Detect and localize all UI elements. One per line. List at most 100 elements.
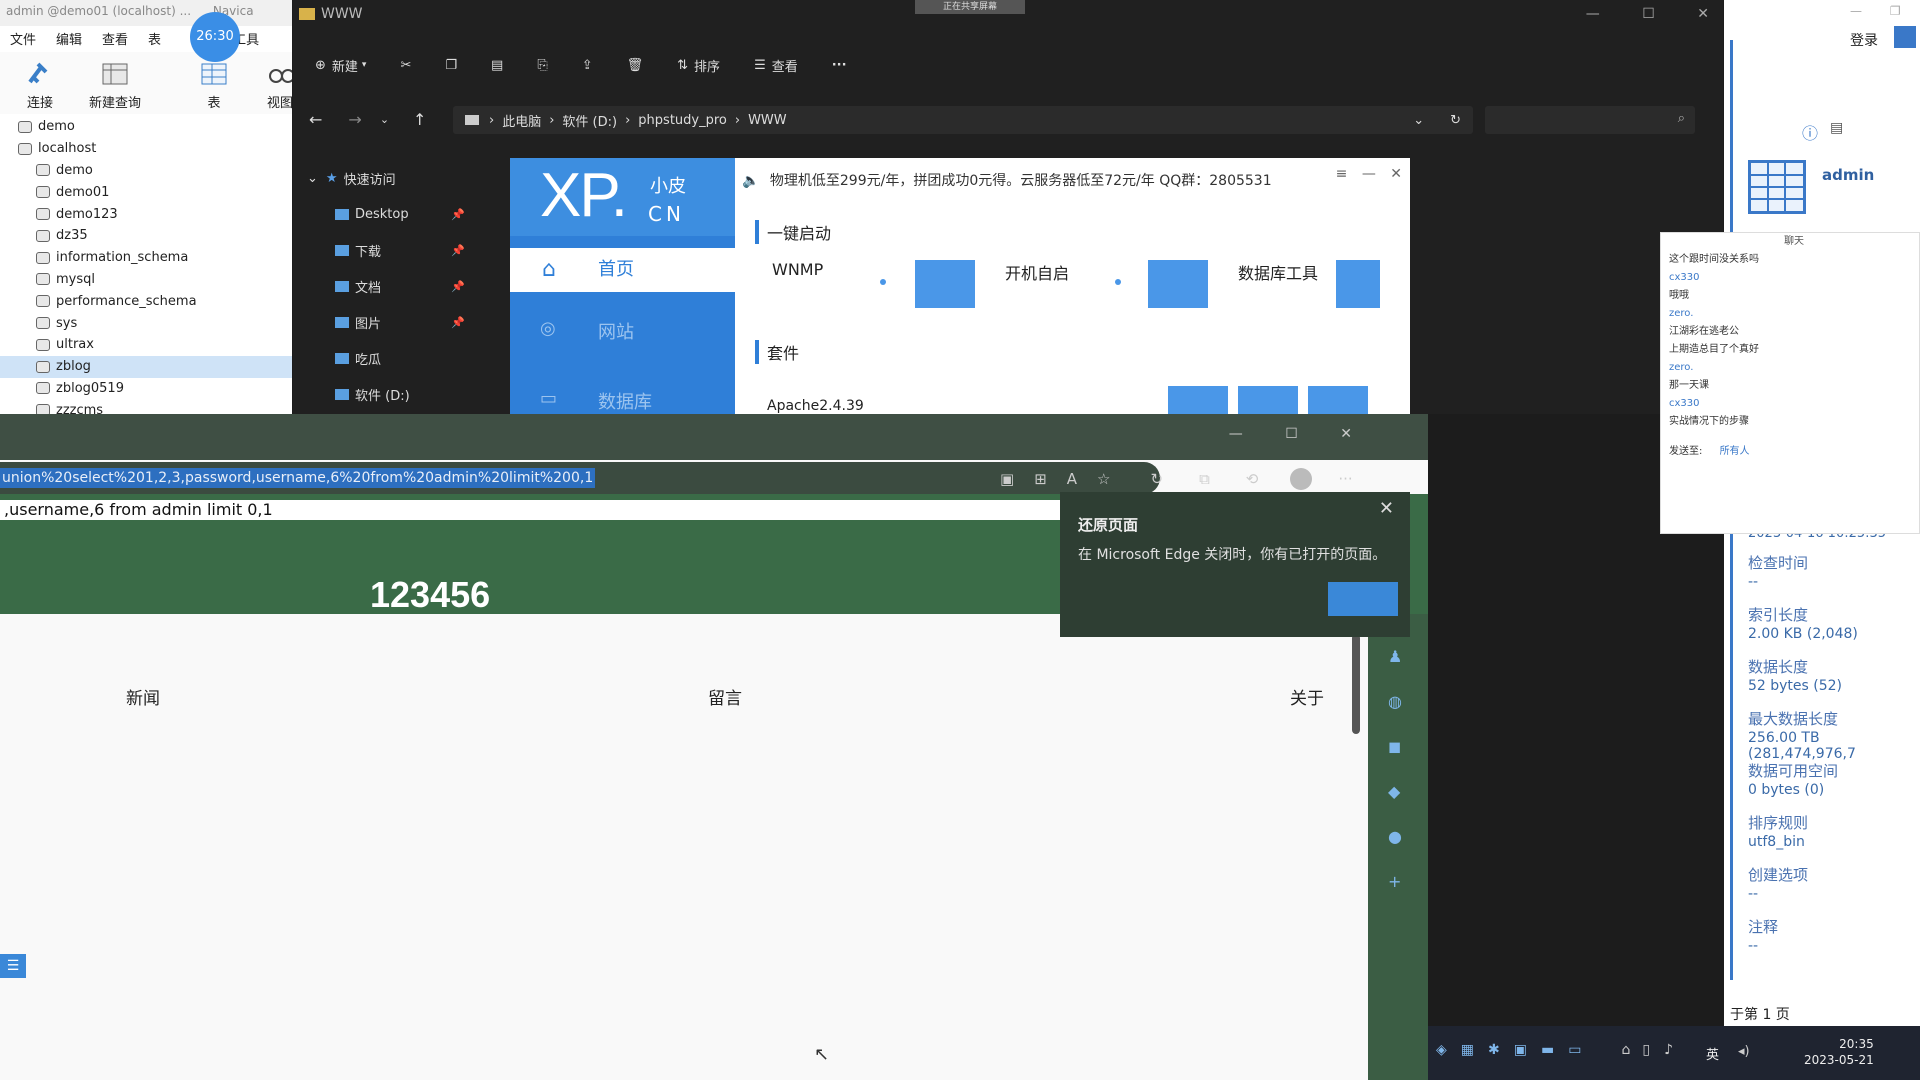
sidebar-item[interactable]: 图片 📌 bbox=[293, 304, 473, 340]
sidebar-item[interactable]: 下载 📌 bbox=[293, 232, 473, 268]
page-scrollbar[interactable] bbox=[1352, 634, 1360, 734]
suite-button-3[interactable] bbox=[1308, 386, 1368, 414]
collections-icon[interactable]: ⧉ bbox=[1199, 470, 1210, 488]
tree-node[interactable]: demo bbox=[0, 116, 292, 138]
suite-button-1[interactable] bbox=[1168, 386, 1228, 414]
input-language[interactable]: 英 bbox=[1706, 1044, 1719, 1063]
cut-button[interactable]: ✂ bbox=[400, 58, 411, 73]
tree-node[interactable]: demo01 bbox=[0, 181, 292, 203]
pin-icon[interactable]: 📌 bbox=[451, 316, 465, 329]
table-button[interactable]: 表 bbox=[184, 58, 244, 111]
tree-node[interactable]: demo bbox=[0, 160, 292, 182]
tree-node[interactable]: zzzcms bbox=[0, 399, 292, 414]
db-tool-button[interactable] bbox=[1336, 260, 1380, 308]
menu-view[interactable]: 查看 bbox=[102, 29, 128, 48]
close-button[interactable]: ✕ bbox=[1697, 6, 1709, 22]
add-icon[interactable]: + bbox=[1388, 859, 1402, 904]
quick-access[interactable]: ⌄ ★ 快速访问 bbox=[293, 160, 473, 196]
tree-node[interactable]: sys bbox=[0, 312, 292, 334]
popup-close-icon[interactable]: ✕ bbox=[1379, 498, 1394, 519]
breadcrumb-drive[interactable]: 软件 (D:) bbox=[562, 111, 617, 130]
connect-button[interactable]: 连接 bbox=[10, 58, 70, 111]
tree-node[interactable]: performance_schema bbox=[0, 290, 292, 312]
battery-icon[interactable]: ▯ bbox=[1642, 1042, 1650, 1058]
tree-node[interactable]: localhost bbox=[0, 138, 292, 160]
history-icon[interactable]: ⟲ bbox=[1246, 470, 1259, 488]
tree-node[interactable]: zblog0519 bbox=[0, 378, 292, 400]
close-button[interactable]: ✕ bbox=[1340, 426, 1352, 442]
sidebar-item[interactable]: 文档 📌 bbox=[293, 268, 473, 304]
app-icon[interactable]: ▦ bbox=[1461, 1042, 1474, 1058]
app-icon[interactable]: ⊞ bbox=[1034, 470, 1047, 488]
close-button[interactable]: ✕ bbox=[1390, 166, 1402, 182]
menu-icon[interactable]: ≡ bbox=[1336, 166, 1348, 182]
tree-node[interactable]: zblog bbox=[0, 355, 292, 378]
side-menu-button[interactable]: ☰ bbox=[0, 954, 26, 978]
menu-file[interactable]: 文件 bbox=[10, 29, 36, 48]
nav-news[interactable]: 新闻 bbox=[126, 684, 160, 709]
minimize-button[interactable]: — bbox=[1850, 4, 1862, 18]
pin-icon[interactable]: 📌 bbox=[451, 208, 465, 221]
nav-home[interactable]: ⌂ 首页 bbox=[510, 248, 735, 292]
explorer-search-input[interactable]: ⌕ bbox=[1485, 106, 1695, 134]
copy-button[interactable]: ❐ bbox=[445, 58, 457, 73]
display-icon[interactable]: ▭ bbox=[1568, 1042, 1581, 1058]
nav-message[interactable]: 留言 bbox=[708, 684, 742, 709]
send-to-select[interactable]: 所有人 bbox=[1720, 446, 1750, 457]
restore-button[interactable] bbox=[1328, 582, 1398, 616]
office-icon[interactable]: ● bbox=[1388, 814, 1402, 859]
shield-icon[interactable]: ◈ bbox=[1436, 1042, 1447, 1058]
forward-arrow-icon[interactable]: → bbox=[348, 110, 361, 129]
sidebar-item[interactable]: 软件 (D:) bbox=[293, 376, 473, 412]
nav-website[interactable]: ◎ 网站 bbox=[510, 318, 735, 344]
pin-icon[interactable]: 📌 bbox=[451, 244, 465, 257]
read-aloud-icon[interactable]: A bbox=[1067, 470, 1077, 488]
maximize-button[interactable]: ☐ bbox=[1642, 6, 1655, 22]
mic-icon[interactable]: ♪ bbox=[1664, 1042, 1673, 1058]
tree-node[interactable]: ultrax bbox=[0, 334, 292, 356]
tree-node[interactable]: mysql bbox=[0, 269, 292, 291]
breadcrumb-pc[interactable]: 此电脑 bbox=[502, 111, 541, 130]
recent-chevron-icon[interactable]: ⌄ bbox=[380, 113, 389, 126]
pp-icon[interactable]: ▣ bbox=[1514, 1042, 1527, 1058]
connection-tree[interactable]: demo localhost demo demo01 demo123 dz35 inform… bbox=[0, 116, 292, 414]
tree-node[interactable]: dz35 bbox=[0, 225, 292, 247]
ddl-icon[interactable]: ▤ bbox=[1830, 120, 1843, 136]
favorite-icon[interactable]: ☆ bbox=[1097, 470, 1110, 488]
gear-icon[interactable]: ✱ bbox=[1488, 1042, 1500, 1058]
info-icon[interactable]: ⓘ bbox=[1802, 120, 1818, 144]
refresh-icon[interactable]: ↻ bbox=[1150, 470, 1163, 488]
view-button[interactable]: 视图 bbox=[250, 58, 292, 111]
minimize-button[interactable]: — bbox=[1362, 166, 1376, 182]
new-query-button[interactable]: 新建查询 bbox=[80, 58, 150, 111]
minimize-button[interactable]: — bbox=[1586, 6, 1600, 22]
refresh-icon[interactable]: ↻ bbox=[1450, 113, 1461, 128]
login-link[interactable]: 登录 bbox=[1850, 30, 1878, 50]
tree-node[interactable]: information_schema bbox=[0, 247, 292, 269]
breadcrumb-www[interactable]: WWW bbox=[748, 113, 787, 128]
edge-url-text[interactable]: union%20select%201,2,3,password,username… bbox=[0, 468, 596, 488]
delete-button[interactable]: 🗑 bbox=[627, 58, 644, 73]
monitor-icon[interactable]: ▬ bbox=[1541, 1042, 1554, 1058]
profile-avatar[interactable] bbox=[1290, 468, 1313, 490]
back-arrow-icon[interactable]: ← bbox=[309, 110, 322, 129]
camera-icon[interactable]: ▣ bbox=[1000, 470, 1014, 488]
outlook-icon[interactable]: ◼ bbox=[1388, 724, 1402, 769]
tree-node[interactable]: demo123 bbox=[0, 203, 292, 225]
nav-about[interactable]: 关于 bbox=[1290, 684, 1324, 709]
sort-button[interactable]: ⇅ 排序 bbox=[677, 56, 720, 75]
address-bar[interactable]: › 此电脑 › 软件 (D:) › phpstudy_pro › WWW ⌄ ↻ bbox=[453, 106, 1473, 134]
up-arrow-icon[interactable]: ↑ bbox=[413, 110, 426, 129]
network-icon[interactable]: ⌂ bbox=[1621, 1042, 1630, 1058]
sidebar-item[interactable]: Desktop 📌 bbox=[293, 196, 473, 232]
games-icon[interactable]: ◍ bbox=[1388, 679, 1402, 724]
paste-button[interactable]: ▤ bbox=[491, 58, 503, 73]
user-avatar[interactable] bbox=[1894, 26, 1916, 48]
rename-button[interactable]: ⎘ bbox=[537, 58, 547, 73]
maximize-button[interactable]: ☐ bbox=[1285, 426, 1298, 442]
menu-table[interactable]: 表 bbox=[148, 29, 161, 48]
more-icon[interactable]: ··· bbox=[1338, 470, 1352, 488]
autostart-toggle-button[interactable] bbox=[1148, 260, 1208, 308]
wnmp-toggle-button[interactable] bbox=[915, 260, 975, 308]
pin-icon[interactable]: 📌 bbox=[451, 280, 465, 293]
